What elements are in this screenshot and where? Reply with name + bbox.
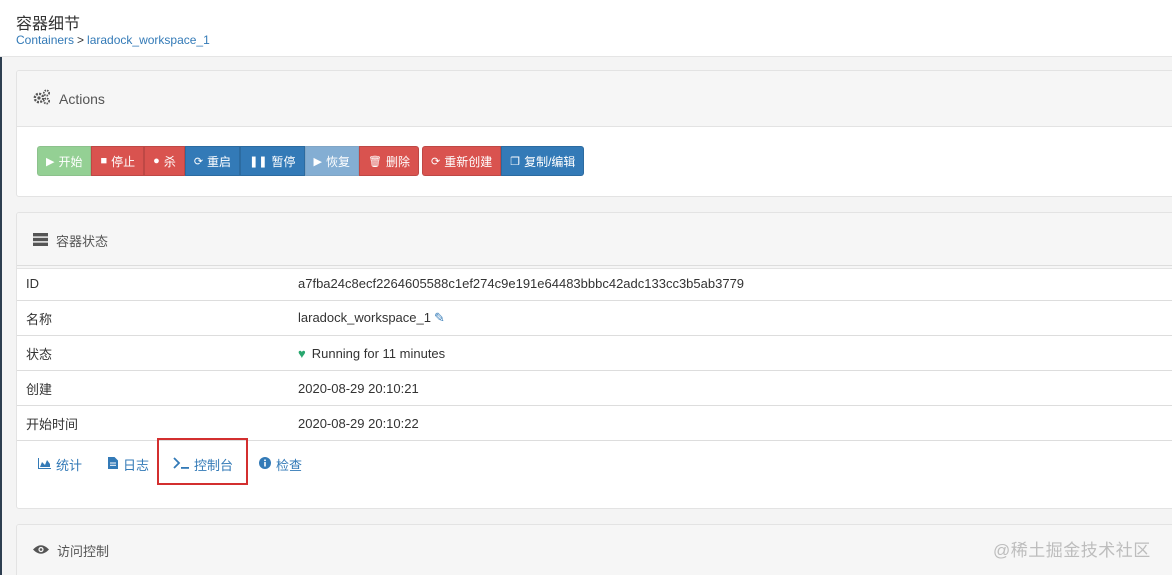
inspect-link-label: 检查 [276,458,303,473]
trash-icon: 🗑 [368,155,382,168]
name-value: laradock_workspace_1 [298,310,431,325]
stop-button-label: 停止 [111,154,136,169]
id-value: a7fba24c8ecf2264605588c1ef274c9e191e6448… [298,275,745,291]
pause-button[interactable]: ❚❚ 暂停 [240,146,305,176]
edit-icon[interactable]: ✎ [434,310,445,325]
bomb-icon: ● [153,155,160,167]
resume-button-label: 恢复 [325,154,350,169]
eye-icon [33,543,49,558]
recreate-button-label: 重新创建 [444,154,493,169]
name-label: 名称 [26,311,53,327]
status-cell: ♥ Running for 11 minutes [297,336,1172,371]
remove-button[interactable]: 🗑 删除 [359,146,419,176]
created-value: 2020-08-29 20:10:21 [298,380,419,396]
restart-button-label: 重启 [207,154,232,169]
stats-link[interactable]: 统计 [38,455,82,474]
actions-panel: Actions ▶ 开始 ■ 停止 ● 杀 ⟳ 重启 ❚❚ 暂停 ▶ 恢复 🗑 删除 ⟳ 重新创… [16,70,1172,197]
server-icon [33,232,48,249]
stop-icon: ■ [100,155,108,167]
name-cell: laradock_workspace_1 ✎ [297,301,1172,336]
start-time-value: 2020-08-29 20:10:22 [298,415,419,431]
kill-button-label: 杀 [163,154,176,169]
console-highlight-box [157,438,248,485]
resume-button[interactable]: ▶ 恢复 [304,146,359,176]
created-label: 创建 [26,381,53,397]
actions-panel-title: Actions [59,90,105,107]
breadcrumb-current[interactable]: laradock_workspace_1 [87,33,210,47]
logs-link-label: 日志 [123,458,150,473]
start-button-label: 开始 [58,154,83,169]
start-time-label: 开始时间 [26,416,79,432]
pause-button-label: 暂停 [271,154,296,169]
refresh-icon: ⟳ [430,155,441,168]
page-header: 容器细节 Containers > laradock_workspace_1 [0,0,1172,57]
restart-button[interactable]: ⟳ 重启 [184,146,241,176]
duplicate-edit-button[interactable]: ❐ 复制/编辑 [501,146,585,176]
table-row: 状态 ♥ Running for 11 minutes [17,335,1172,371]
id-label: ID [26,275,39,291]
copy-icon: ❐ [510,155,521,168]
play-icon: ▶ [46,155,55,168]
refresh-icon: ⟳ [193,155,204,168]
breadcrumb: Containers > laradock_workspace_1 [16,33,210,47]
stats-link-label: 统计 [56,458,83,473]
access-panel-title: 访问控制 [57,544,110,559]
table-row: 创建 2020-08-29 20:10:21 [17,370,1172,406]
cogs-icon [33,89,51,108]
area-chart-icon [38,457,51,472]
duplicate-edit-button-label: 复制/编辑 [524,154,576,169]
logs-link[interactable]: 日志 [108,455,149,474]
recreate-button[interactable]: ⟳ 重新创建 [421,146,502,176]
table-row: 名称 laradock_workspace_1 ✎ [17,300,1172,336]
heartbeat-icon: ♥ [298,345,306,361]
lifecycle-button-group: ▶ 开始 ■ 停止 ● 杀 ⟳ 重启 ❚❚ 暂停 ▶ 恢复 🗑 删除 [37,146,419,176]
stop-button[interactable]: ■ 停止 [91,146,145,176]
kill-button[interactable]: ● 杀 [144,146,185,176]
table-row: ID a7fba24c8ecf2264605588c1ef274c9e191e6… [17,265,1172,301]
container-status-panel: 容器状态 ID a7fba24c8ecf2264605588c1ef274c9e… [16,212,1172,509]
remove-button-label: 删除 [385,154,410,169]
start-button[interactable]: ▶ 开始 [37,146,92,176]
status-panel-title: 容器状态 [56,234,109,249]
actions-panel-heading: Actions [17,71,1172,127]
breadcrumb-separator: > [77,33,85,47]
play-icon: ▶ [313,155,322,168]
pause-icon: ❚❚ [249,155,268,168]
table-row: 开始时间 2020-08-29 20:10:22 [17,405,1172,441]
breadcrumb-containers-link[interactable]: Containers [16,33,74,47]
info-circle-icon [259,457,271,472]
status-panel-heading: 容器状态 [17,213,1172,269]
watermark: @稀土掘金技术社区 [993,541,1151,560]
actions-button-row: ▶ 开始 ■ 停止 ● 杀 ⟳ 重启 ❚❚ 暂停 ▶ 恢复 🗑 删除 ⟳ 重新创建 ❐ 复制/编辑 [37,146,587,176]
file-text-icon [108,457,118,472]
recreate-button-group: ⟳ 重新创建 ❐ 复制/编辑 [421,146,585,176]
status-value: Running for 11 minutes [311,345,446,361]
left-edge-bar [0,0,2,575]
container-info-table: ID a7fba24c8ecf2264605588c1ef274c9e191e6… [17,265,1172,441]
page-title: 容器细节 [16,16,81,33]
inspect-link[interactable]: 检查 [259,455,302,474]
status-label: 状态 [26,346,53,362]
container-tools-bar: 统计 日志 控制台 检查 [17,438,1172,490]
